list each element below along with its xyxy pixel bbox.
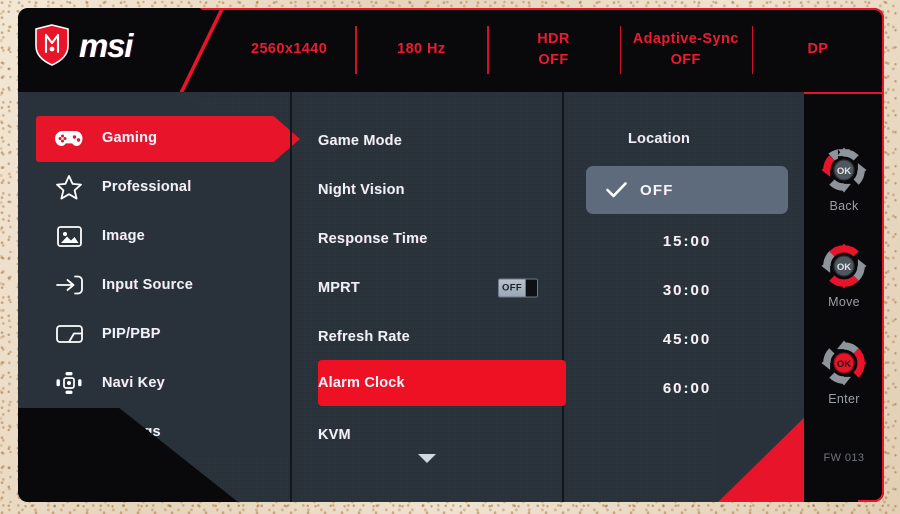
menu-item-label: Refresh Rate	[318, 329, 410, 345]
status-adaptive-sync: Adaptive-Sync OFF	[620, 29, 752, 71]
navigation-hints-panel: OK Back OK Move OK Enter FW 013	[804, 92, 884, 502]
sidebar-item-label: Input Source	[102, 277, 194, 293]
sidebar-item-label: Professional	[102, 179, 192, 195]
sidebar-item-label: Gaming	[102, 130, 158, 146]
nav-hint-enter[interactable]: OK Enter	[804, 337, 884, 406]
value-option-label: 45:00	[662, 330, 712, 348]
sidebar-item-input-source[interactable]: Input Source	[36, 263, 272, 307]
navi-key-icon	[52, 367, 86, 399]
mprt-toggle-switch[interactable]: OFF	[498, 278, 538, 298]
menu-item-mprt[interactable]: MPRT OFF	[318, 266, 566, 310]
sidebar-item-image[interactable]: Image	[36, 214, 272, 258]
dpad-left-icon: OK	[821, 147, 867, 193]
status-indicators: 2560x1440 180 Hz HDR OFF Adaptive-Sync O…	[223, 8, 884, 92]
value-option-45-00[interactable]: 45:00	[586, 315, 788, 363]
menu-item-refresh-rate[interactable]: Refresh Rate	[318, 315, 566, 359]
value-option-label: 60:00	[662, 379, 712, 397]
menu-item-label: Night Vision	[318, 182, 405, 198]
mprt-toggle-state: OFF	[502, 282, 522, 294]
sidebar-item-label: Image	[102, 228, 145, 244]
menu-item-label: Game Mode	[318, 133, 402, 149]
status-input-port: DP	[752, 39, 884, 60]
value-option-off[interactable]: OFF	[586, 166, 788, 214]
osd-window: msi 2560x1440 180 Hz HDR OFF Adaptive-Sy…	[18, 8, 884, 502]
firmware-version: FW 013	[823, 452, 865, 464]
panel-corner-accent-bottom-right	[718, 408, 814, 502]
status-input-port-label: DP	[807, 41, 829, 58]
menu-item-alarm-clock[interactable]: Alarm Clock	[318, 361, 566, 405]
msi-dragon-shield-icon	[35, 24, 69, 66]
value-option-15-00[interactable]: 15:00	[586, 217, 788, 265]
sidebar-item-navi-key[interactable]: Navi Key	[36, 361, 272, 405]
status-hdr-label: HDR	[537, 30, 570, 47]
value-option-label: 30:00	[662, 281, 712, 299]
values-title: Location	[628, 131, 691, 147]
svg-text:OK: OK	[837, 166, 851, 177]
status-hdr-value: OFF	[538, 52, 569, 68]
sidebar-item-label: PIP/PBP	[102, 326, 161, 342]
picture-icon	[52, 220, 86, 252]
pip-pbp-icon	[52, 318, 86, 350]
status-refresh-rate-label: 180 Hz	[397, 41, 446, 58]
brand-logo: msi	[34, 24, 133, 66]
value-option-60-00[interactable]: 60:00	[586, 364, 788, 412]
mprt-toggle-knob	[525, 279, 537, 297]
nav-hint-back[interactable]: OK Back	[804, 144, 884, 213]
menu-item-night-vision[interactable]: Night Vision	[318, 168, 566, 212]
nav-hint-label: Move	[828, 295, 860, 309]
status-adaptive-sync-label: Adaptive-Sync	[632, 30, 739, 47]
nav-hint-move[interactable]: OK Move	[804, 240, 884, 309]
brand-wordmark: msi	[79, 26, 133, 64]
menu-item-label: KVM	[318, 427, 351, 443]
gamepad-icon	[52, 122, 86, 154]
menu-item-label: MPRT	[318, 280, 360, 296]
status-refresh-rate: 180 Hz	[355, 39, 487, 60]
svg-text:OK: OK	[837, 359, 851, 370]
sidebar-item-label: Navi Key	[102, 375, 165, 391]
value-option-label: 15:00	[662, 232, 712, 250]
sidebar-item-pip-pbp[interactable]: PIP/PBP	[36, 312, 272, 356]
menu-item-game-mode[interactable]: Game Mode	[318, 119, 566, 163]
status-hdr: HDR OFF	[487, 29, 619, 71]
checkmark-icon	[606, 182, 628, 198]
menu-column: Game Mode Night Vision Response Time MPR…	[292, 92, 566, 502]
star-icon	[52, 171, 86, 203]
nav-hint-label: Back	[829, 199, 859, 213]
chevron-down-icon[interactable]	[418, 454, 436, 463]
svg-text:OK: OK	[837, 262, 851, 273]
value-option-label: OFF	[640, 181, 674, 199]
menu-item-label: Alarm Clock	[318, 375, 405, 391]
status-resolution: 2560x1440	[223, 39, 355, 60]
dpad-up-down-icon: OK	[821, 243, 867, 289]
nav-hint-label: Enter	[828, 392, 860, 406]
menu-item-label: Response Time	[318, 231, 428, 247]
menu-item-response-time[interactable]: Response Time	[318, 217, 566, 261]
menu-item-kvm[interactable]: KVM	[318, 413, 566, 457]
input-arrow-icon	[52, 269, 86, 301]
osd-header: msi 2560x1440 180 Hz HDR OFF Adaptive-Sy…	[18, 8, 884, 92]
status-adaptive-sync-value: OFF	[670, 52, 701, 68]
dpad-ok-right-icon: OK	[821, 340, 867, 386]
status-resolution-label: 2560x1440	[251, 41, 328, 58]
value-option-30-00[interactable]: 30:00	[586, 266, 788, 314]
sidebar-item-professional[interactable]: Professional	[36, 165, 272, 209]
desk-background: msi 2560x1440 180 Hz HDR OFF Adaptive-Sy…	[0, 0, 900, 514]
sidebar-item-gaming[interactable]: Gaming	[36, 116, 272, 160]
